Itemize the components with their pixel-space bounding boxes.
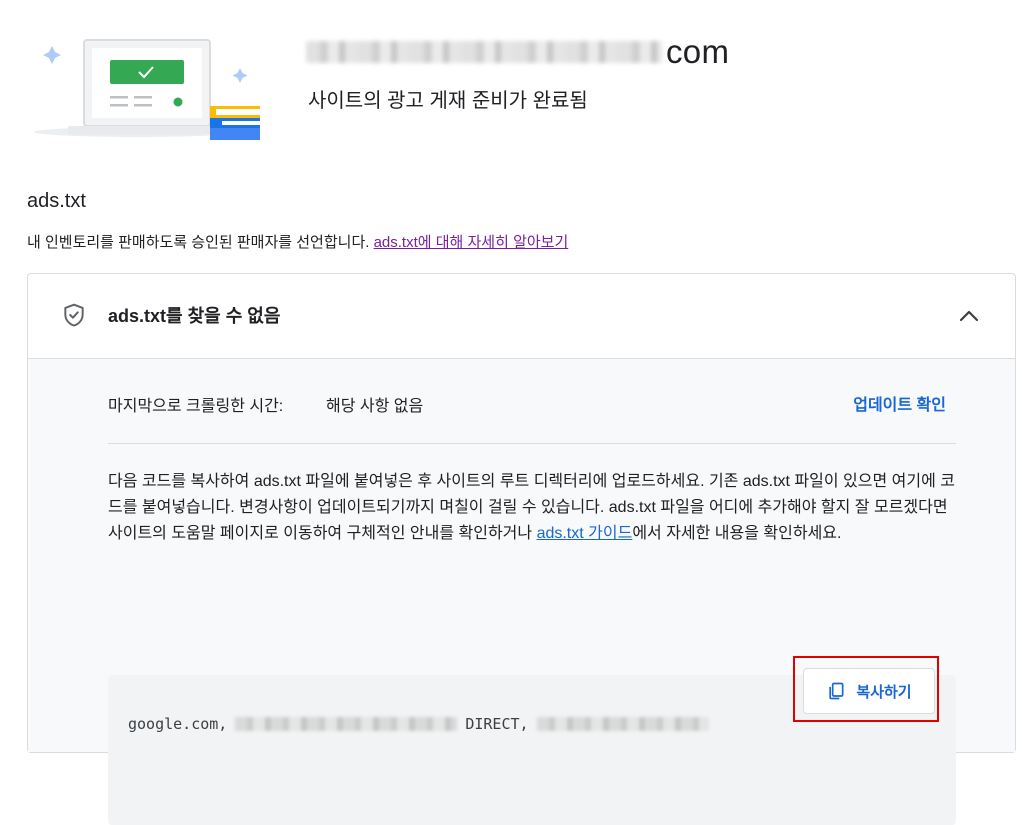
last-crawled-value: 해당 사항 없음: [326, 398, 424, 415]
ads-txt-guide-link[interactable]: ads.txt 가이드: [537, 525, 633, 542]
section-description: 내 인벤토리를 판매하도록 승인된 판매자를 선언합니다. ads.txt에 대…: [27, 231, 568, 252]
domain-suffix: com: [666, 33, 730, 70]
instructions-text: 다음 코드를 복사하여 ads.txt 파일에 붙여넣은 후 사이트의 루트 디…: [108, 469, 956, 547]
last-crawled-row: 마지막으로 크롤링한 시간: 해당 사항 없음 업데이트 확인: [108, 389, 956, 415]
check-update-link[interactable]: 업데이트 확인: [853, 391, 946, 415]
ads-ready-illustration: [28, 28, 260, 140]
shield-check-icon: [64, 303, 84, 327]
code-prefix: google.com,: [128, 715, 228, 733]
copy-button[interactable]: 복사하기: [803, 668, 935, 714]
section-title: ads.txt: [27, 190, 86, 212]
site-status-text: 사이트의 광고 게재 준비가 완료됨: [308, 90, 588, 112]
learn-more-link[interactable]: ads.txt에 대해 자세히 알아보기: [374, 234, 569, 251]
redacted-domain-name: [306, 41, 662, 63]
last-crawled-label: 마지막으로 크롤링한 시간:: [108, 398, 284, 415]
card-header[interactable]: ads.txt를 찾을 수 없음: [28, 274, 1015, 359]
redacted-certification-id: [536, 717, 709, 731]
site-domain: com: [306, 30, 729, 74]
chevron-up-icon[interactable]: [957, 304, 981, 328]
section-description-text: 내 인벤토리를 판매하도록 승인된 판매자를 선언합니다.: [27, 234, 374, 251]
instructions-part-2: 에서 자세한 내용을 확인하세요.: [632, 525, 842, 542]
divider: [108, 443, 956, 444]
ads-txt-code-line: google.com, DIRECT,: [128, 715, 717, 733]
code-relationship: DIRECT,: [465, 715, 529, 733]
copy-button-label: 복사하기: [856, 683, 912, 701]
card-title: ads.txt를 찾을 수 없음: [108, 306, 281, 326]
redacted-publisher-id: [235, 717, 458, 731]
copy-icon: [829, 682, 844, 700]
